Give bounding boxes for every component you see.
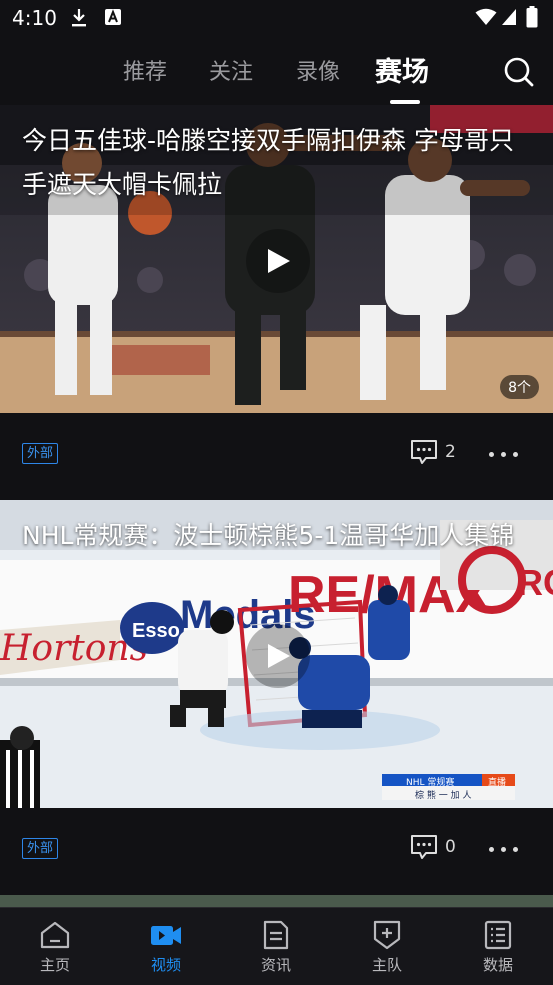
nav-news[interactable]: 资讯 <box>221 908 331 985</box>
more-icon <box>489 847 494 852</box>
scoreboard-live: 直播 <box>488 778 507 788</box>
play-icon <box>268 249 290 273</box>
top-navigation: 推荐 关注 录像 赛场 <box>0 38 553 104</box>
nav-home-label: 主页 <box>39 956 70 974</box>
nav-team-label: 主队 <box>371 956 402 974</box>
nav-news-label: 资讯 <box>260 956 291 974</box>
search-icon <box>504 57 534 87</box>
nav-video-label: 视频 <box>150 956 181 974</box>
data-icon <box>484 920 512 950</box>
source-tag: 外部 <box>22 838 59 859</box>
bottom-navigation: 主页 视频 资讯 主队 数据 <box>0 907 553 985</box>
comment-count: 2 <box>445 442 456 462</box>
card-footer: 外部 0 <box>0 808 553 894</box>
more-options-button[interactable] <box>486 441 522 467</box>
news-icon <box>263 920 289 950</box>
app-notification-icon <box>104 8 122 30</box>
svg-text:RO: RO <box>517 562 553 603</box>
play-button[interactable] <box>246 229 310 293</box>
nav-home[interactable]: 主页 <box>0 908 110 985</box>
comment-count: 0 <box>445 837 456 857</box>
tab-recommended[interactable]: 推荐 <box>123 54 167 86</box>
play-icon <box>268 644 290 668</box>
video-thumbnail[interactable]: 今日五佳球-哈滕空接双手隔扣伊森 字母哥只手遮天大帽卡佩拉 8个 <box>0 105 553 413</box>
media-count-badge: 8个 <box>500 375 539 399</box>
next-card-peek <box>0 895 553 907</box>
scoreboard-teams: 棕 熊 一 加 人 <box>415 791 472 801</box>
nav-team[interactable]: 主队 <box>332 908 442 985</box>
video-thumbnail[interactable]: Hortons Esso Medals RE/MAX RO <box>0 500 553 808</box>
card-footer: 外部 2 <box>0 413 553 499</box>
video-card[interactable]: 今日五佳球-哈滕空接双手隔扣伊森 字母哥只手遮天大帽卡佩拉 8个 外部 2 <box>0 105 553 499</box>
battery-icon <box>526 6 538 32</box>
wifi-icon <box>475 8 497 30</box>
play-button[interactable] <box>246 624 310 688</box>
video-title[interactable]: NHL常规赛：波士顿棕熊5-1温哥华加人集锦 <box>22 514 532 558</box>
comment-button[interactable]: 0 <box>410 834 470 864</box>
comment-button[interactable]: 2 <box>410 439 470 469</box>
home-icon <box>40 921 70 949</box>
more-options-button[interactable] <box>486 836 522 862</box>
tab-following[interactable]: 关注 <box>209 54 253 86</box>
video-card[interactable]: Hortons Esso Medals RE/MAX RO <box>0 500 553 894</box>
nav-video[interactable]: 视频 <box>111 908 221 985</box>
video-icon <box>151 926 181 945</box>
nav-data[interactable]: 数据 <box>443 908 553 985</box>
more-icon <box>489 452 494 457</box>
download-icon <box>70 8 88 32</box>
team-icon <box>373 920 401 950</box>
source-tag: 外部 <box>22 443 59 464</box>
svg-text:Esso: Esso <box>132 620 180 642</box>
status-bar: 4:10 <box>0 0 553 38</box>
tab-replays[interactable]: 录像 <box>296 54 340 86</box>
scoreboard-league: NHL 常规赛 <box>406 778 455 788</box>
tab-arena[interactable]: 赛场 <box>375 50 429 89</box>
search-button[interactable] <box>503 56 535 88</box>
comment-icon <box>411 440 437 464</box>
status-time: 4:10 <box>12 6 57 30</box>
nav-data-label: 数据 <box>482 956 513 974</box>
cellular-signal-icon <box>501 8 517 30</box>
active-tab-indicator <box>390 100 420 104</box>
video-title[interactable]: 今日五佳球-哈滕空接双手隔扣伊森 字母哥只手遮天大帽卡佩拉 <box>22 119 532 207</box>
comment-icon <box>411 835 437 859</box>
